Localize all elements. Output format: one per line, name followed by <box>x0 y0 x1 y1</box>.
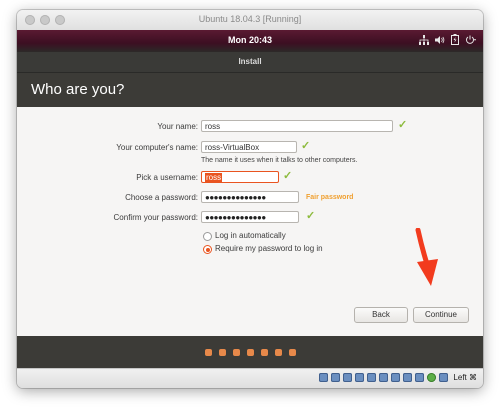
name-label: Your name: <box>157 122 198 131</box>
progress-dot <box>232 349 240 356</box>
name-valid-check-icon: ✓ <box>398 119 408 131</box>
dialog-header: Install <box>17 52 483 73</box>
virtualbox-statusbar: Left ⌘ <box>17 368 483 388</box>
login-auto-label[interactable]: Log in automatically <box>215 231 286 240</box>
username-selected-text: ross <box>205 173 223 182</box>
password-dots: ●●●●●●●●●●●●●● <box>205 193 266 202</box>
back-button[interactable]: Back <box>354 307 408 323</box>
progress-dot <box>218 349 226 356</box>
name-input[interactable]: ross <box>201 120 393 132</box>
computer-name-label: Your computer's name: <box>116 143 198 152</box>
dialog-banner: Who are you? <box>17 73 483 107</box>
confirm-password-dots: ●●●●●●●●●●●●●● <box>205 213 266 222</box>
installer-progress-footer <box>17 336 483 368</box>
panel-indicators[interactable] <box>419 34 477 45</box>
password-label: Choose a password: <box>125 193 198 202</box>
username-label: Pick a username: <box>136 173 198 182</box>
usb-icon[interactable] <box>367 373 377 382</box>
virtualbox-window: Ubuntu 18.04.3 [Running] Mon 20:43 Insta… <box>17 10 483 388</box>
network-adapter-icon[interactable] <box>355 373 365 382</box>
confirm-password-label: Confirm your password: <box>113 213 198 222</box>
window-titlebar[interactable]: Ubuntu 18.04.3 [Running] <box>17 10 483 31</box>
network-icon[interactable] <box>419 34 429 45</box>
username-valid-check-icon: ✓ <box>283 170 293 182</box>
progress-dots <box>17 349 483 356</box>
computer-name-hint: The name it uses when it talks to other … <box>201 157 358 164</box>
username-input[interactable]: ross <box>201 171 279 183</box>
cpu-icon[interactable] <box>415 373 425 382</box>
require-password-radio[interactable] <box>203 245 212 254</box>
require-password-label[interactable]: Require my password to log in <box>215 244 323 253</box>
user-form: Your name: ross ✓ Your computer's name: … <box>17 107 483 336</box>
shared-folders-icon[interactable] <box>379 373 389 382</box>
password-strength-label: Fair password <box>306 194 354 201</box>
display-icon[interactable] <box>391 373 401 382</box>
progress-dot <box>260 349 268 356</box>
login-auto-radio[interactable] <box>203 232 212 241</box>
installer-dialog: Install Who are you? Your name: ross ✓ Y… <box>17 52 483 368</box>
annotation-arrow-icon <box>415 228 438 286</box>
confirm-password-valid-check-icon: ✓ <box>306 210 316 222</box>
ubuntu-top-panel: Mon 20:43 <box>17 30 483 52</box>
volume-icon[interactable] <box>435 35 445 45</box>
optical-drive-icon[interactable] <box>331 373 341 382</box>
page-heading: Who are you? <box>31 81 125 98</box>
computer-name-valid-check-icon: ✓ <box>301 140 311 152</box>
confirm-password-input[interactable]: ●●●●●●●●●●●●●● <box>201 211 299 223</box>
computer-name-input[interactable]: ross-VirtualBox <box>201 141 297 153</box>
power-icon[interactable] <box>465 35 477 45</box>
battery-icon[interactable] <box>451 34 459 45</box>
virtualization-icon[interactable] <box>427 373 437 382</box>
window-title: Ubuntu 18.04.3 [Running] <box>198 14 302 24</box>
panel-clock[interactable]: Mon 20:43 <box>17 35 483 45</box>
dialog-title: Install <box>238 57 262 66</box>
video-capture-icon[interactable] <box>403 373 413 382</box>
statusbar-device-icons: Left ⌘ <box>319 373 477 382</box>
progress-dot <box>274 349 282 356</box>
hard-disk-icon[interactable] <box>319 373 329 382</box>
password-input[interactable]: ●●●●●●●●●●●●●● <box>201 191 299 203</box>
continue-button[interactable]: Continue <box>413 307 469 323</box>
host-key-label: Left ⌘ <box>453 373 477 382</box>
progress-dot <box>204 349 212 356</box>
progress-dot <box>288 349 296 356</box>
audio-icon[interactable] <box>343 373 353 382</box>
progress-dot <box>246 349 254 356</box>
mouse-integration-icon[interactable] <box>439 373 449 382</box>
